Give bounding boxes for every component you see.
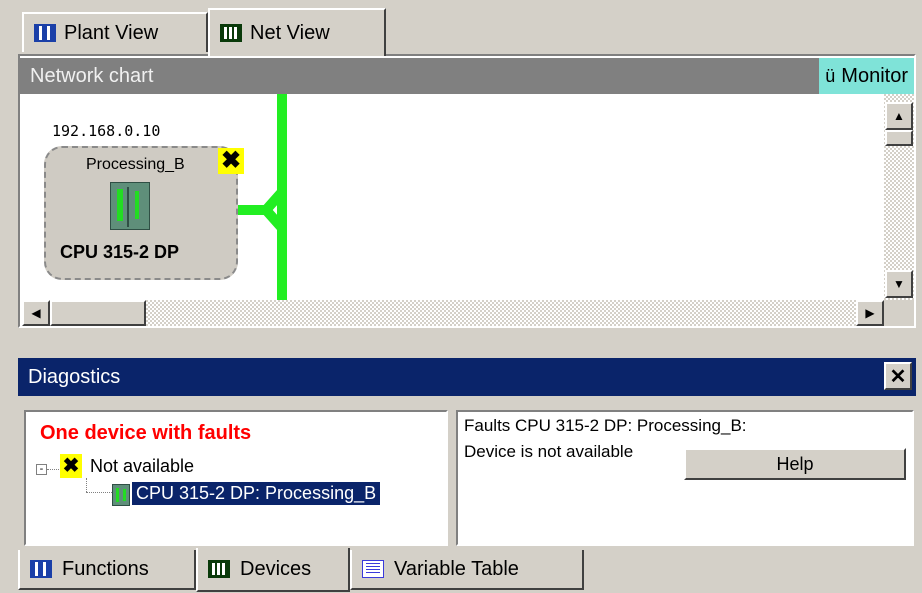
devices-icon [208, 560, 230, 578]
device-ip: 192.168.0.10 [52, 122, 161, 140]
tab-label: Variable Table [394, 557, 519, 580]
tab-net-view[interactable]: Net View [208, 8, 386, 56]
scrollbar-corner [884, 300, 914, 326]
device-node[interactable]: Processing_B CPU 315-2 DP [44, 146, 238, 280]
network-chart-title: Network chart [30, 64, 154, 87]
scroll-right-button[interactable]: ▶ [856, 300, 884, 326]
glasses-icon: ü [825, 65, 836, 86]
plant-view-icon [34, 24, 56, 42]
not-available-icon: ✖ [60, 454, 82, 478]
diagnostics-tree-panel: One device with faults - ✖ Not available… [24, 410, 448, 546]
network-horizontal-scrollbar[interactable] [22, 300, 884, 326]
network-chart-header: Network chart ü Monitor [20, 58, 914, 94]
functions-icon [30, 560, 52, 578]
monitor-label: Monitor [841, 64, 908, 87]
fault-detail-line2: Device is not available [464, 442, 634, 461]
tab-label: Functions [62, 557, 149, 580]
tab-label: Net View [250, 21, 330, 44]
horizontal-scroll-thumb[interactable] [50, 300, 146, 326]
scroll-up-button[interactable]: ▲ [885, 102, 913, 130]
bus-branch [236, 188, 286, 215]
tab-functions[interactable]: Functions [18, 550, 196, 590]
top-divider [0, 0, 922, 10]
help-button-label: Help [776, 453, 814, 474]
tab-plant-view[interactable]: Plant View [22, 12, 208, 52]
tree-group-not-available[interactable]: Not available [90, 456, 194, 477]
error-x-icon: ✖ [218, 148, 244, 174]
tab-label: Plant View [64, 21, 159, 44]
tree-connector-child-h [86, 492, 112, 493]
scroll-down-button[interactable]: ▼ [885, 270, 913, 298]
close-icon[interactable]: ✕ [884, 362, 912, 390]
tree-item-cpu[interactable]: CPU 315-2 DP: Processing_B [130, 481, 382, 506]
cpu-icon [110, 182, 150, 230]
tab-devices[interactable]: Devices [196, 548, 350, 592]
diagnostics-title: Diagostics [28, 365, 121, 388]
tree-connector-child [86, 478, 87, 492]
vertical-scroll-thumb[interactable] [885, 130, 913, 146]
variable-table-icon [362, 560, 384, 578]
fault-detail-line1: Faults CPU 315-2 DP: Processing_B: [464, 416, 747, 435]
diagnostics-header: Diagostics [18, 358, 916, 396]
scroll-left-button[interactable]: ◀ [22, 300, 50, 326]
diagnostics-detail-panel: Faults CPU 315-2 DP: Processing_B: Devic… [456, 410, 914, 546]
device-model: CPU 315-2 DP [60, 242, 180, 262]
tab-variable-table[interactable]: Variable Table [350, 550, 584, 590]
tab-label: Devices [240, 557, 312, 580]
net-view-icon [220, 24, 242, 42]
help-button[interactable]: Help [684, 448, 906, 480]
network-canvas: 192.168.0.10 Processing_B CPU 315-2 DP ✖ [22, 94, 884, 300]
monitor-toggle[interactable]: ü Monitor [819, 58, 914, 94]
device-name: Processing_B [86, 156, 185, 173]
tree-connector [47, 469, 59, 470]
tree-collapse-icon[interactable]: - [36, 464, 47, 475]
faults-summary: One device with faults [40, 422, 252, 444]
cpu-small-icon [112, 484, 130, 506]
